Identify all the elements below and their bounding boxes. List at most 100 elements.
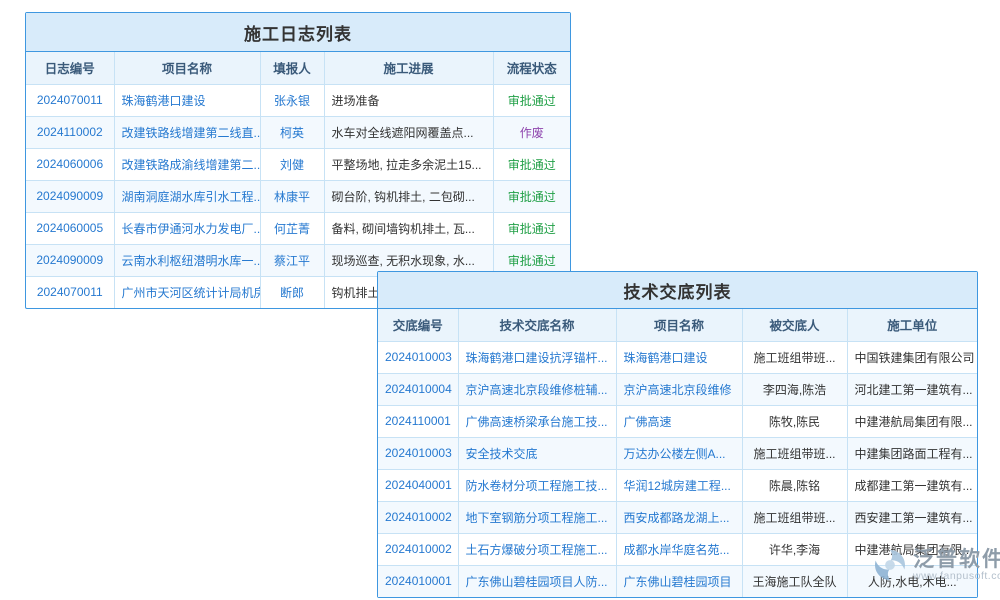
id-cell[interactable]: 2024110002 bbox=[26, 116, 114, 148]
construction-log-window: 施工日志列表 日志编号 项目名称 填报人 施工进展 流程状态 202407001… bbox=[25, 12, 571, 309]
column-header-disclosure-receiver: 被交底人 bbox=[742, 309, 847, 341]
unit-cell: 中建集团路面工程有... bbox=[847, 437, 977, 469]
status-cell: 审批通过 bbox=[493, 148, 570, 180]
reporter-cell[interactable]: 何芷菁 bbox=[260, 212, 324, 244]
project-cell[interactable]: 改建铁路成渝线增建第二... bbox=[114, 148, 260, 180]
status-cell: 审批通过 bbox=[493, 84, 570, 116]
id-cell[interactable]: 2024070011 bbox=[26, 276, 114, 308]
receiver-cell: 李四海,陈浩 bbox=[742, 373, 847, 405]
reporter-cell[interactable]: 张永银 bbox=[260, 84, 324, 116]
id-cell[interactable]: 2024070011 bbox=[26, 84, 114, 116]
id-cell[interactable]: 2024010003 bbox=[378, 341, 458, 373]
column-header-disclosure-name: 技术交底名称 bbox=[458, 309, 616, 341]
progress-cell: 备料, 砌间墙钩机排土, 瓦... bbox=[324, 212, 493, 244]
name-cell[interactable]: 地下室钢筋分项工程施工... bbox=[458, 501, 616, 533]
log-header-row: 日志编号 项目名称 填报人 施工进展 流程状态 bbox=[26, 52, 570, 84]
project-cell[interactable]: 云南水利枢纽潜明水库一... bbox=[114, 244, 260, 276]
fanpu-logo-icon bbox=[872, 547, 908, 583]
table-row[interactable]: 2024090009湖南洞庭湖水库引水工程...林康平砌台阶, 钩机排土, 二包… bbox=[26, 180, 570, 212]
column-header-log-progress: 施工进展 bbox=[324, 52, 493, 84]
progress-cell: 进场准备 bbox=[324, 84, 493, 116]
table-row[interactable]: 2024110001广佛高速桥梁承台施工技...广佛高速陈牧,陈民中建港航局集团… bbox=[378, 405, 977, 437]
name-cell[interactable]: 土石方爆破分项工程施工... bbox=[458, 533, 616, 565]
receiver-cell: 施工班组带班... bbox=[742, 437, 847, 469]
id-cell[interactable]: 2024110001 bbox=[378, 405, 458, 437]
table-row[interactable]: 2024060005长春市伊通河水力发电厂...何芷菁备料, 砌间墙钩机排土, … bbox=[26, 212, 570, 244]
id-cell[interactable]: 2024010002 bbox=[378, 501, 458, 533]
table-row[interactable]: 2024110002改建铁路线增建第二线直...柯英水车对全线遮阳网覆盖点...… bbox=[26, 116, 570, 148]
column-header-disclosure-unit: 施工单位 bbox=[847, 309, 977, 341]
name-cell[interactable]: 京沪高速北京段维修桩辅... bbox=[458, 373, 616, 405]
table-row[interactable]: 2024040001防水卷材分项工程施工技...华润12城房建工程...陈晨,陈… bbox=[378, 469, 977, 501]
reporter-cell[interactable]: 刘健 bbox=[260, 148, 324, 180]
project-cell[interactable]: 珠海鹤港口建设 bbox=[114, 84, 260, 116]
project-cell[interactable]: 成都水岸华庭名苑... bbox=[616, 533, 742, 565]
construction-log-title: 施工日志列表 bbox=[26, 13, 570, 52]
table-row[interactable]: 2024010003珠海鹤港口建设抗浮锚杆...珠海鹤港口建设施工班组带班...… bbox=[378, 341, 977, 373]
table-row[interactable]: 2024010004京沪高速北京段维修桩辅...京沪高速北京段维修李四海,陈浩河… bbox=[378, 373, 977, 405]
name-cell[interactable]: 珠海鹤港口建设抗浮锚杆... bbox=[458, 341, 616, 373]
id-cell[interactable]: 2024010002 bbox=[378, 533, 458, 565]
id-cell[interactable]: 2024090009 bbox=[26, 180, 114, 212]
project-cell[interactable]: 广州市天河区统计计局机房... bbox=[114, 276, 260, 308]
unit-cell: 中建港航局集团有限... bbox=[847, 405, 977, 437]
project-cell[interactable]: 改建铁路线增建第二线直... bbox=[114, 116, 260, 148]
unit-cell: 西安建工第一建筑有... bbox=[847, 501, 977, 533]
progress-cell: 水车对全线遮阳网覆盖点... bbox=[324, 116, 493, 148]
receiver-cell: 陈牧,陈民 bbox=[742, 405, 847, 437]
progress-cell: 砌台阶, 钩机排土, 二包砌... bbox=[324, 180, 493, 212]
receiver-cell: 施工班组带班... bbox=[742, 501, 847, 533]
id-cell[interactable]: 2024010001 bbox=[378, 565, 458, 597]
reporter-cell[interactable]: 柯英 bbox=[260, 116, 324, 148]
name-cell[interactable]: 防水卷材分项工程施工技... bbox=[458, 469, 616, 501]
name-cell[interactable]: 广佛高速桥梁承台施工技... bbox=[458, 405, 616, 437]
column-header-log-reporter: 填报人 bbox=[260, 52, 324, 84]
unit-cell: 中国铁建集团有限公司 bbox=[847, 341, 977, 373]
id-cell[interactable]: 2024060005 bbox=[26, 212, 114, 244]
name-cell[interactable]: 安全技术交底 bbox=[458, 437, 616, 469]
column-header-disclosure-project: 项目名称 bbox=[616, 309, 742, 341]
technical-disclosure-title: 技术交底列表 bbox=[378, 272, 977, 309]
column-header-log-id: 日志编号 bbox=[26, 52, 114, 84]
project-cell[interactable]: 万达办公楼左侧A... bbox=[616, 437, 742, 469]
status-cell: 审批通过 bbox=[493, 212, 570, 244]
receiver-cell: 王海施工队全队 bbox=[742, 565, 847, 597]
disclosure-header-row: 交底编号 技术交底名称 项目名称 被交底人 施工单位 bbox=[378, 309, 977, 341]
table-row[interactable]: 2024010003安全技术交底万达办公楼左侧A...施工班组带班...中建集团… bbox=[378, 437, 977, 469]
status-cell: 作废 bbox=[493, 116, 570, 148]
project-cell[interactable]: 广东佛山碧桂园项目 bbox=[616, 565, 742, 597]
table-row[interactable]: 2024010002地下室钢筋分项工程施工...西安成都路龙湖上...施工班组带… bbox=[378, 501, 977, 533]
receiver-cell: 许华,李海 bbox=[742, 533, 847, 565]
project-cell[interactable]: 京沪高速北京段维修 bbox=[616, 373, 742, 405]
column-header-log-project: 项目名称 bbox=[114, 52, 260, 84]
column-header-log-status: 流程状态 bbox=[493, 52, 570, 84]
progress-cell: 平整场地, 拉走多余泥土15... bbox=[324, 148, 493, 180]
status-cell: 审批通过 bbox=[493, 180, 570, 212]
unit-cell: 成都建工第一建筑有... bbox=[847, 469, 977, 501]
receiver-cell: 陈晨,陈铭 bbox=[742, 469, 847, 501]
id-cell[interactable]: 2024040001 bbox=[378, 469, 458, 501]
id-cell[interactable]: 2024010004 bbox=[378, 373, 458, 405]
project-cell[interactable]: 西安成都路龙湖上... bbox=[616, 501, 742, 533]
table-row[interactable]: 2024060006改建铁路成渝线增建第二...刘健平整场地, 拉走多余泥土15… bbox=[26, 148, 570, 180]
project-cell[interactable]: 湖南洞庭湖水库引水工程... bbox=[114, 180, 260, 212]
project-cell[interactable]: 珠海鹤港口建设 bbox=[616, 341, 742, 373]
receiver-cell: 施工班组带班... bbox=[742, 341, 847, 373]
reporter-cell[interactable]: 蔡江平 bbox=[260, 244, 324, 276]
watermark: 泛普软件 www.fanpusoft.com bbox=[872, 547, 1000, 583]
name-cell[interactable]: 广东佛山碧桂园项目人防... bbox=[458, 565, 616, 597]
reporter-cell[interactable]: 林康平 bbox=[260, 180, 324, 212]
id-cell[interactable]: 2024010003 bbox=[378, 437, 458, 469]
id-cell[interactable]: 2024060006 bbox=[26, 148, 114, 180]
watermark-brand-text: 泛普软件 bbox=[913, 548, 1000, 571]
watermark-url-text: www.fanpusoft.com bbox=[913, 571, 1000, 583]
project-cell[interactable]: 长春市伊通河水力发电厂... bbox=[114, 212, 260, 244]
project-cell[interactable]: 华润12城房建工程... bbox=[616, 469, 742, 501]
construction-log-table: 日志编号 项目名称 填报人 施工进展 流程状态 2024070011珠海鹤港口建… bbox=[26, 52, 570, 308]
table-row[interactable]: 2024070011珠海鹤港口建设张永银进场准备审批通过 bbox=[26, 84, 570, 116]
unit-cell: 河北建工第一建筑有... bbox=[847, 373, 977, 405]
reporter-cell[interactable]: 断郎 bbox=[260, 276, 324, 308]
id-cell[interactable]: 2024090009 bbox=[26, 244, 114, 276]
column-header-disclosure-id: 交底编号 bbox=[378, 309, 458, 341]
project-cell[interactable]: 广佛高速 bbox=[616, 405, 742, 437]
